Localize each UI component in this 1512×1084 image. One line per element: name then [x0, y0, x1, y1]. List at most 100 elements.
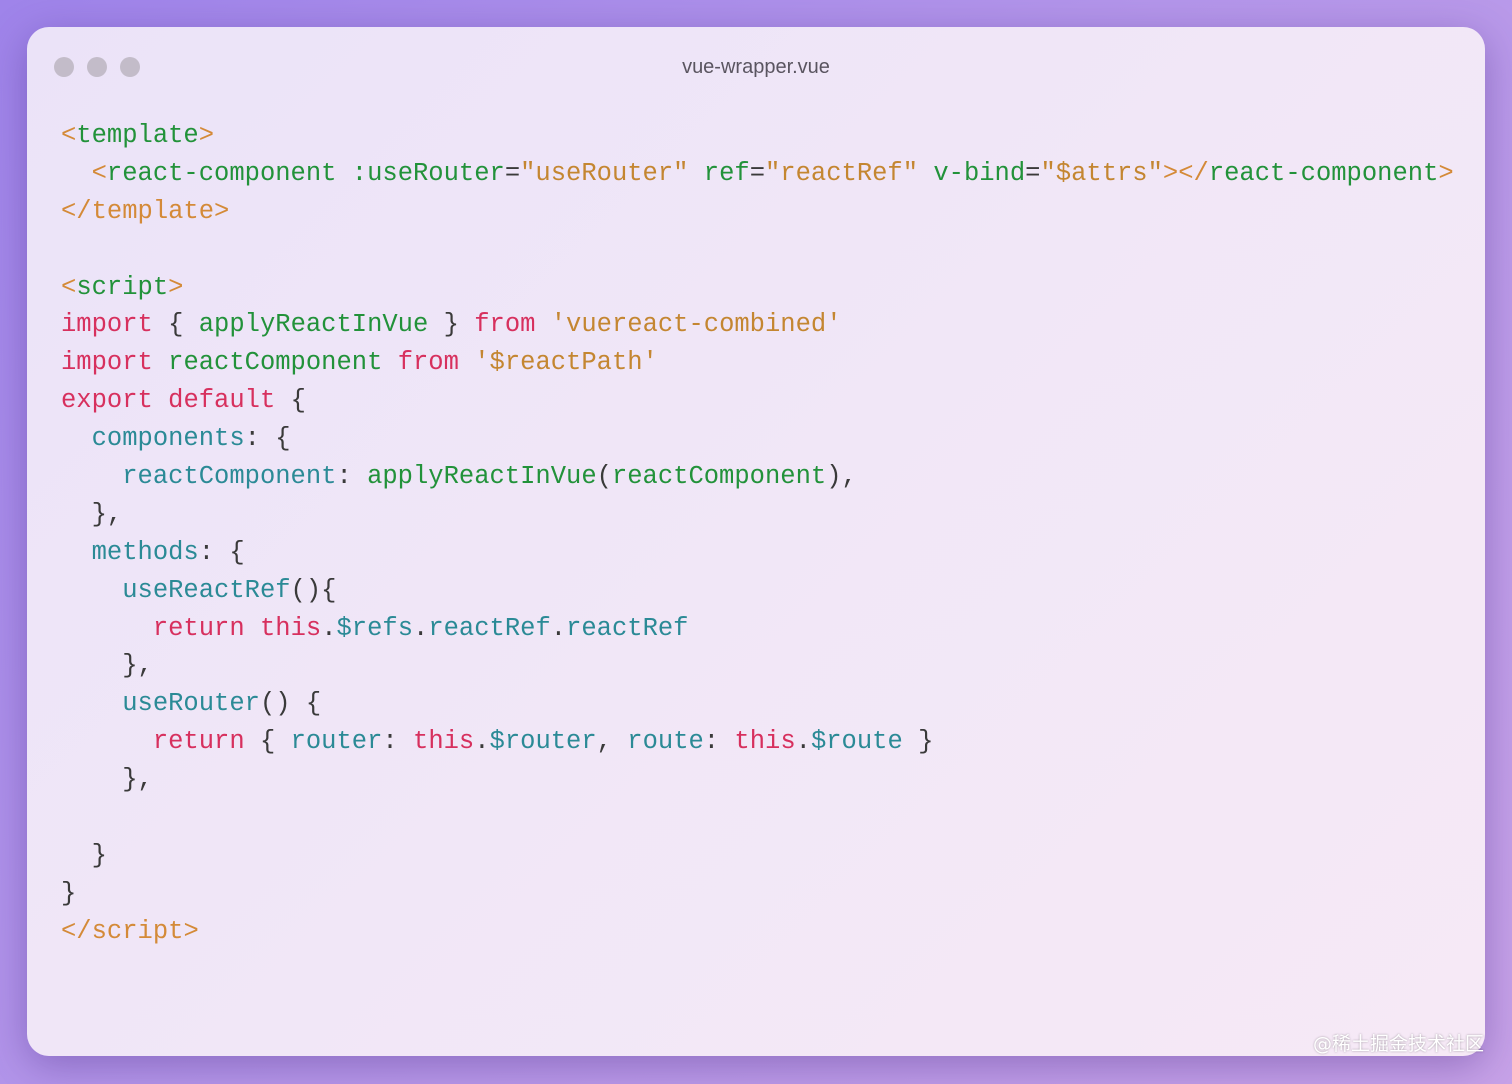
code-line: export default { [61, 382, 1454, 420]
code-token-string: "useRouter" [520, 158, 689, 188]
code-token-string: 'vuereact-combined' [550, 310, 842, 340]
code-token-punct: = [749, 158, 765, 188]
code-token-tagname: template [76, 121, 199, 150]
code-line: import reactComponent from '$reactPath' [61, 344, 1454, 382]
code-line: } [61, 875, 1454, 913]
code-token-tag: template [91, 196, 215, 226]
code-token-property: $route [810, 727, 903, 757]
code-token-tag: > [183, 916, 199, 946]
code-token-tag: > [168, 272, 184, 302]
code-token-punct [382, 348, 397, 377]
code-token-punct [336, 159, 351, 188]
code-token-tag: < [61, 272, 77, 302]
code-token-punct: } [61, 878, 77, 908]
code-token-punct: . [795, 727, 811, 757]
code-token-keyword: from [397, 348, 459, 378]
code-window: vue-wrapper.vue <template> <react-compon… [27, 27, 1485, 1056]
code-token-keyword: from [474, 310, 536, 340]
code-token-keyword: default [168, 386, 276, 416]
code-token-tag: < [61, 121, 77, 150]
code-token-tag: </ [61, 916, 92, 946]
code-line: }, [61, 647, 1454, 685]
watermark: @稀土掘金技术社区 [1312, 1033, 1484, 1055]
code-token-punct: ( [596, 462, 612, 492]
code-token-keyword: export [61, 386, 153, 416]
code-token-property: reactRef [428, 613, 551, 643]
code-token-punct: = [504, 158, 521, 188]
code-token-ident: reactComponent [611, 462, 827, 492]
code-token-punct [459, 348, 474, 377]
code-line: } [61, 837, 1454, 875]
code-token-punct: . [321, 613, 337, 643]
code-line: }, [61, 496, 1454, 534]
code-token-punct [153, 348, 168, 377]
code-token-punct: . [413, 613, 429, 643]
code-token-punct [61, 424, 92, 453]
code-token-property: useRouter [122, 689, 260, 719]
code-block: <template> <react-component :useRouter="… [61, 117, 1454, 951]
code-line: methods: { [61, 534, 1454, 572]
code-token-punct: . [550, 613, 567, 643]
code-token-property: reactComponent [122, 462, 337, 492]
code-token-tagname: react-component [106, 158, 337, 188]
code-token-keyword: import [61, 310, 153, 340]
code-token-tagname: script [76, 272, 169, 302]
code-token-keyword: this [259, 613, 322, 643]
code-line: reactComponent: applyReactInVue(reactCom… [61, 458, 1454, 496]
code-line: return { router: this.$router, route: th… [61, 723, 1454, 761]
code-line: components: { [61, 420, 1454, 458]
code-line: }, [61, 761, 1454, 799]
code-token-punct: : [336, 462, 368, 492]
code-token-attr: :useRouter [351, 158, 505, 188]
code-token-punct: () { [259, 689, 322, 719]
code-token-punct [61, 538, 92, 567]
code-token-punct: (){ [290, 575, 337, 605]
code-token-punct [688, 159, 703, 188]
code-token-tag: ></ [1162, 158, 1209, 188]
window-title: vue-wrapper.vue [682, 56, 830, 78]
code-token-tag: > [1438, 158, 1454, 188]
code-token-tag: script [91, 916, 184, 946]
code-token-attr: v-bind [933, 158, 1026, 188]
code-line: useReactRef(){ [61, 572, 1454, 610]
code-token-punct: , [596, 727, 628, 757]
code-token-string: "$attrs" [1040, 158, 1163, 188]
code-token-tag: < [91, 158, 107, 188]
code-token-property: route [627, 727, 704, 757]
code-token-punct: } [61, 840, 107, 870]
code-token-property: components [91, 424, 245, 454]
code-token-punct: } [428, 310, 475, 340]
code-line: <react-component :useRouter="useRouter" … [61, 155, 1454, 193]
code-token-punct: = [1025, 158, 1041, 188]
code-token-punct: : { [198, 537, 245, 567]
code-token-punct: { [152, 310, 199, 340]
code-token-keyword: this [734, 727, 796, 757]
code-token-ident: reactComponent [168, 348, 383, 378]
code-token-keyword: import [61, 348, 153, 378]
code-token-punct: ), [826, 462, 857, 492]
code-line: </template> [61, 193, 1454, 231]
code-token-punct: { [275, 386, 306, 416]
code-token-property: reactRef [566, 613, 689, 643]
code-token-punct [61, 689, 122, 718]
code-line: <script> [61, 269, 1454, 307]
code-token-punct [61, 614, 153, 643]
code-token-tag: > [198, 121, 215, 150]
code-token-punct: { [244, 727, 291, 757]
code-line: useRouter() { [61, 685, 1454, 723]
code-token-keyword: this [413, 727, 475, 757]
code-token-punct [153, 386, 168, 415]
code-token-punct: : [382, 727, 414, 757]
code-token-punct: : [703, 727, 735, 757]
code-token-tagname: react-component [1208, 158, 1439, 188]
code-token-punct: } [902, 727, 934, 757]
code-token-punct [61, 159, 92, 188]
code-line: </script> [61, 913, 1454, 951]
code-token-punct: : { [244, 424, 291, 454]
code-line: import { applyReactInVue } from 'vuereac… [61, 306, 1454, 344]
code-line: return this.$refs.reactRef.reactRef [61, 610, 1454, 648]
code-token-property: methods [91, 537, 199, 567]
code-token-function: applyReactInVue [367, 462, 597, 492]
